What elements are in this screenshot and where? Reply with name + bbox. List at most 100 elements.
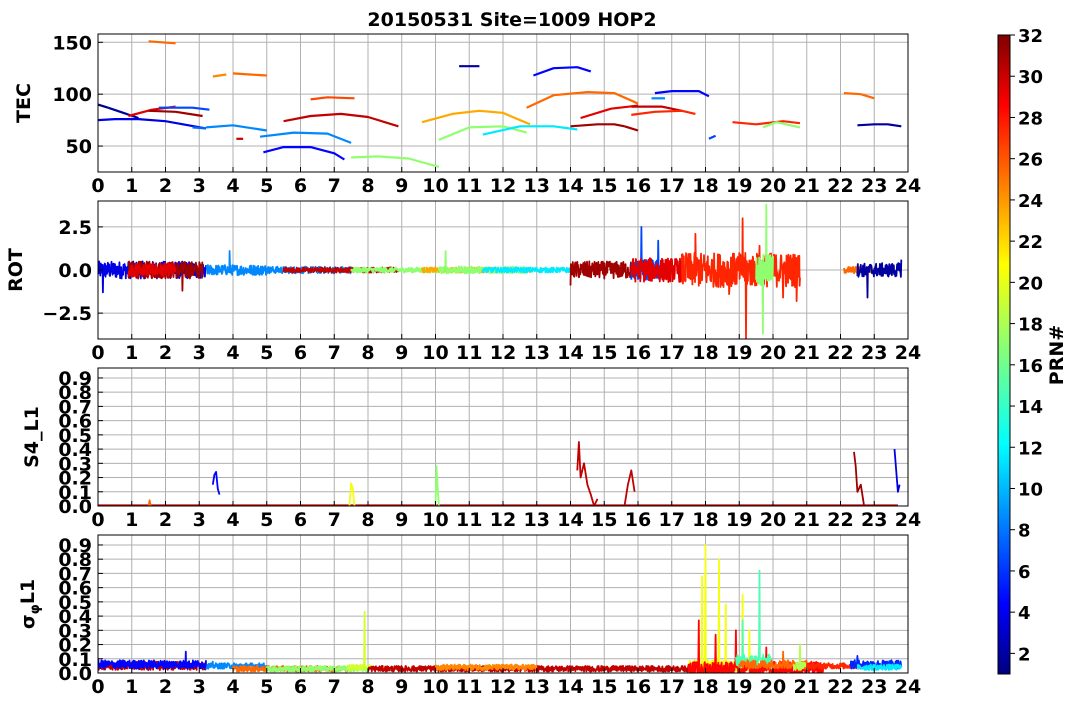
x-tick-label: 24	[895, 342, 921, 364]
x-tick-label: 1	[125, 509, 138, 531]
y-axis-label: TEC	[13, 83, 35, 123]
colorbar-tick-label: 12	[1018, 438, 1043, 459]
y-ticks: 0.00.10.20.30.40.50.60.70.80.9	[58, 368, 103, 518]
x-tick-label: 4	[226, 509, 239, 531]
x-tick-label: 0	[91, 175, 104, 197]
series-prn-27	[681, 217, 801, 339]
x-tick-label: 0	[91, 676, 104, 698]
x-tick-label: 12	[490, 509, 516, 531]
x-tick-label: 3	[193, 509, 206, 531]
series-prn-24	[434, 663, 538, 671]
x-tick-label: 6	[294, 509, 307, 531]
series-prn-9	[205, 124, 267, 132]
x-tick-label: 17	[659, 175, 685, 197]
series-prn-7	[708, 134, 717, 140]
series-prn-1	[98, 103, 109, 109]
series-prn-2	[857, 123, 902, 128]
series-group	[98, 441, 901, 506]
x-tick-label: 4	[226, 342, 239, 364]
x-tick-label: 11	[456, 676, 482, 698]
x-tick-label: 11	[456, 342, 482, 364]
series-group	[98, 544, 903, 673]
x-tick-label: 14	[557, 175, 583, 197]
x-tick-label: 24	[895, 509, 921, 531]
x-tick-label: 20	[760, 342, 786, 364]
colorbar-tick-label: 22	[1018, 232, 1043, 253]
series-prn-2	[107, 106, 139, 120]
colorbar-tick-label: 10	[1018, 479, 1043, 500]
grid	[97, 535, 909, 674]
x-tick-label: 11	[456, 175, 482, 197]
grid	[97, 34, 909, 172]
panel-3: 0 1 2 3 4 5 6 7 8 9 10 11 12 13 14 15 16 17 18 19 20 21 22 23 24…	[21, 367, 921, 531]
y-tick-label: 150	[52, 32, 92, 54]
x-tick-label: 24	[895, 175, 921, 197]
x-tick-label: 10	[422, 175, 448, 197]
x-tick-label: 20	[760, 509, 786, 531]
x-tick-label: 7	[328, 175, 341, 197]
x-tick-label: 13	[524, 509, 550, 531]
x-tick-label: 16	[625, 676, 651, 698]
x-tick-label: 14	[557, 342, 583, 364]
x-tick-label: 19	[726, 509, 752, 531]
x-tick-label: 10	[422, 342, 448, 364]
x-tick-label: 8	[361, 342, 374, 364]
grid	[97, 368, 909, 507]
x-tick-label: 9	[395, 175, 408, 197]
x-tick-label: 1	[125, 676, 138, 698]
x-tick-label: 10	[422, 676, 448, 698]
x-tick-label: 4	[226, 676, 239, 698]
x-tick-label: 13	[524, 676, 550, 698]
x-tick-label: 0	[91, 342, 104, 364]
x-tick-label: 17	[659, 509, 685, 531]
series-prn-4	[98, 118, 207, 130]
x-tick-label: 18	[692, 342, 718, 364]
x-tick-label: 12	[490, 175, 516, 197]
x-tick-label: 17	[659, 342, 685, 364]
x-tick-label: 2	[159, 676, 172, 698]
x-tick-label: 17	[659, 676, 685, 698]
x-tick-label: 18	[692, 175, 718, 197]
x-tick-label: 15	[591, 509, 617, 531]
x-tick-label: 21	[794, 676, 820, 698]
series-prn-30	[623, 469, 636, 506]
x-tick-label: 9	[395, 676, 408, 698]
series-prn-25	[148, 40, 176, 45]
series-prn-27	[732, 120, 801, 126]
x-tick-label: 23	[861, 175, 887, 197]
y-tick-label: 0.9	[58, 535, 92, 557]
colorbar: 2468101214161820222426283032 PRN#	[997, 26, 1068, 675]
figure-title: 20150531 Site=1009 HOP2	[367, 9, 656, 31]
colorbar-tick-label: 8	[1018, 521, 1031, 542]
colorbar-tick-label: 2	[1018, 644, 1031, 665]
x-tick-label: 8	[361, 509, 374, 531]
x-tick-label: 24	[895, 676, 921, 698]
x-tick-label: 22	[827, 175, 853, 197]
x-tick-label: 7	[328, 509, 341, 531]
x-tick-label: 16	[625, 342, 651, 364]
x-tick-label: 22	[827, 342, 853, 364]
x-tick-label: 20	[760, 676, 786, 698]
x-tick-label: 22	[827, 509, 853, 531]
colorbar-tick-label: 18	[1018, 315, 1043, 336]
x-tick-label: 7	[328, 342, 341, 364]
x-tick-label: 18	[692, 676, 718, 698]
x-tick-label: 14	[557, 509, 583, 531]
x-tick-label: 11	[456, 509, 482, 531]
series-prn-5	[211, 471, 221, 495]
series-prn-9	[205, 250, 268, 277]
series-prn-31	[624, 125, 639, 132]
series-prn-31	[570, 123, 625, 128]
x-tick-label: 8	[361, 175, 374, 197]
series-prn-29	[580, 104, 639, 120]
y-axis-label: S4_L1	[21, 406, 43, 468]
x-tick-label: 3	[193, 175, 206, 197]
series-prn-2	[856, 259, 903, 299]
y-tick-label: 0.0	[58, 260, 92, 282]
series-prn-24	[212, 73, 227, 78]
series-prn-17	[434, 465, 440, 506]
x-tick-label: 6	[294, 342, 307, 364]
colorbar-tick-label: 24	[1018, 191, 1043, 212]
colorbar-tick-label: 4	[1018, 603, 1031, 624]
x-tick-label: 20	[760, 175, 786, 197]
